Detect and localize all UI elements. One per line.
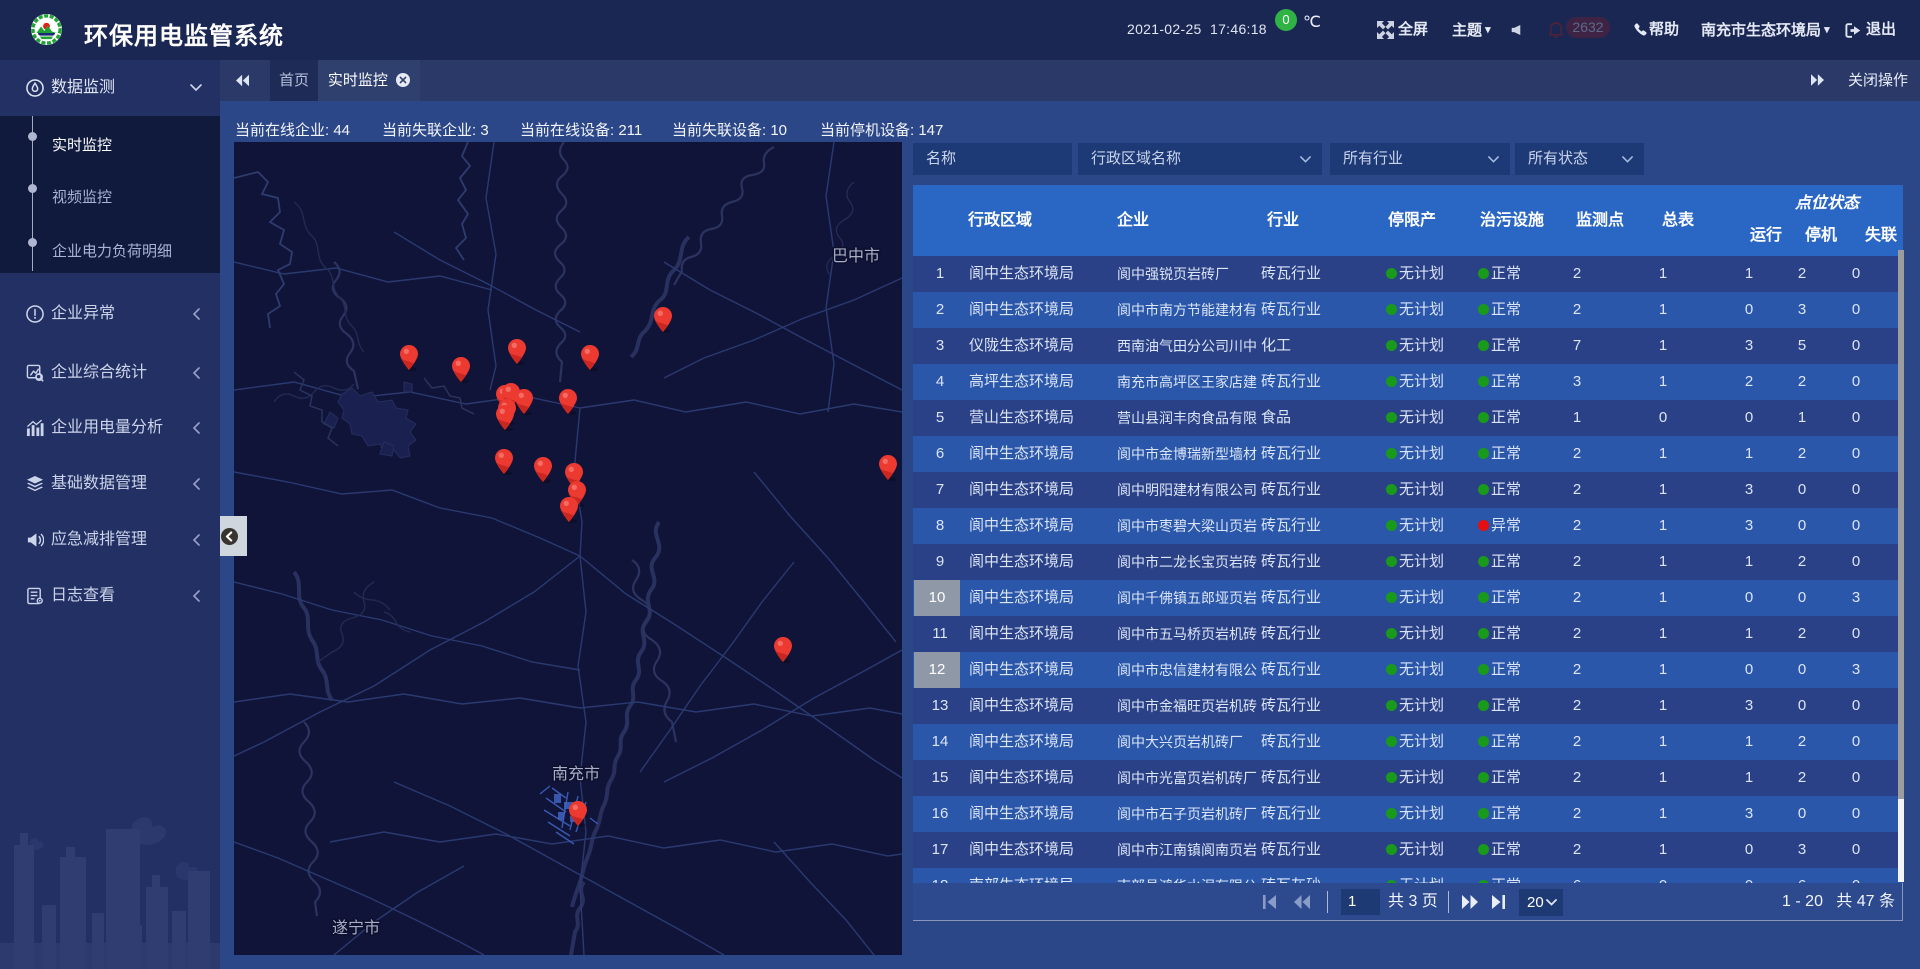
svg-text:巴中市: 巴中市: [832, 247, 880, 265]
svg-text:遂宁市: 遂宁市: [332, 919, 380, 937]
svg-text:南充市: 南充市: [552, 765, 600, 783]
